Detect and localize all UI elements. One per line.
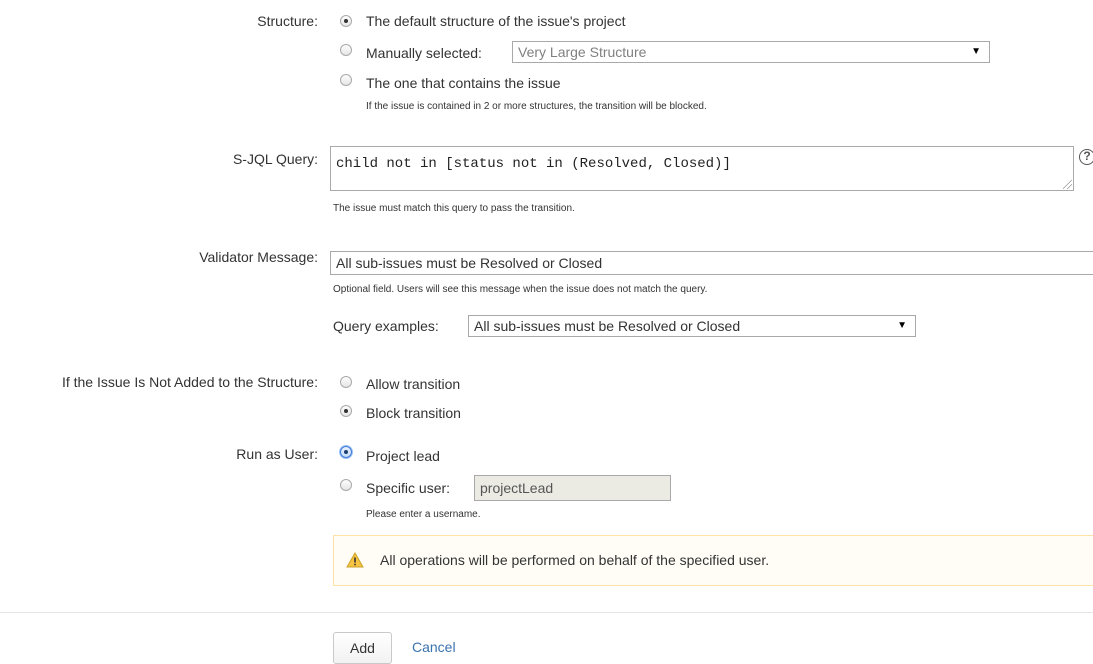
block-transition-option[interactable]: Block transition <box>366 405 461 421</box>
chevron-down-icon: ▼ <box>971 46 981 57</box>
block-transition-radio[interactable] <box>340 405 352 417</box>
resize-grip-icon[interactable] <box>1063 180 1072 189</box>
sjql-label: S-JQL Query: <box>232 151 318 167</box>
allow-transition-radio[interactable] <box>340 376 352 388</box>
structure-manual-radio[interactable] <box>340 44 352 56</box>
not-added-label: If the Issue Is Not Added to the Structu… <box>61 374 318 390</box>
help-icon[interactable]: ? <box>1079 149 1093 165</box>
structure-select[interactable]: Very Large Structure ▼ <box>512 41 990 63</box>
run-as-label: Run as User: <box>236 446 318 462</box>
allow-transition-option[interactable]: Allow transition <box>366 376 460 392</box>
cancel-link[interactable]: Cancel <box>412 639 456 655</box>
query-examples-label: Query examples: <box>333 318 439 334</box>
sjql-query-value: child not in [status not in (Resolved, C… <box>336 156 731 172</box>
sjql-hint: The issue must match this query to pass … <box>333 203 575 214</box>
specific-user-radio[interactable] <box>340 479 352 491</box>
structure-label: Structure: <box>257 13 318 29</box>
sjql-query-input[interactable]: child not in [status not in (Resolved, C… <box>330 146 1074 191</box>
specific-user-hint: Please enter a username. <box>366 509 481 520</box>
query-examples-value: All sub-issues must be Resolved or Close… <box>474 318 741 334</box>
project-lead-radio[interactable] <box>340 446 352 458</box>
validator-message-value: All sub-issues must be Resolved or Close… <box>336 255 603 271</box>
structure-contains-hint: If the issue is contained in 2 or more s… <box>366 101 707 112</box>
specific-user-input[interactable]: projectLead <box>474 475 671 501</box>
warning-text: All operations will be performed on beha… <box>380 552 770 568</box>
warning-icon <box>346 552 364 568</box>
specific-user-value: projectLead <box>480 480 554 496</box>
add-button[interactable]: Add <box>333 632 392 664</box>
divider <box>0 612 1093 613</box>
structure-contains-option[interactable]: The one that contains the issue <box>366 75 561 91</box>
structure-default-radio[interactable] <box>340 15 352 27</box>
validator-message-input[interactable]: All sub-issues must be Resolved or Close… <box>330 251 1093 275</box>
warning-message: All operations will be performed on beha… <box>333 535 1093 586</box>
project-lead-option[interactable]: Project lead <box>366 448 440 464</box>
structure-contains-radio[interactable] <box>340 74 352 86</box>
specific-user-option[interactable]: Specific user: <box>366 480 450 496</box>
query-examples-select[interactable]: All sub-issues must be Resolved or Close… <box>468 315 916 337</box>
chevron-down-icon: ▼ <box>897 320 907 331</box>
structure-manual-option[interactable]: Manually selected: <box>366 45 482 61</box>
structure-default-option[interactable]: The default structure of the issue's pro… <box>366 13 625 29</box>
validator-label: Validator Message: <box>199 249 318 265</box>
validator-hint: Optional field. Users will see this mess… <box>333 284 708 295</box>
structure-select-value: Very Large Structure <box>518 44 647 60</box>
